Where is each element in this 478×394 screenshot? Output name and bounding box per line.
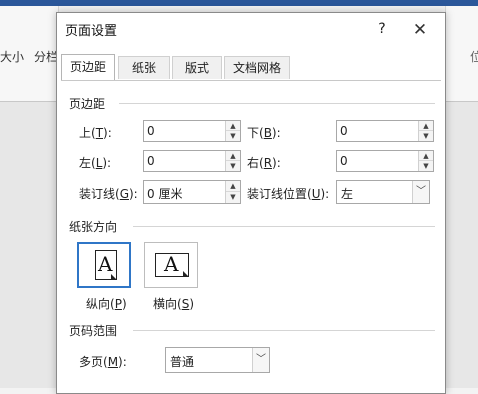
ribbon-right-group: 位 xyxy=(445,6,478,101)
landscape-option[interactable]: A xyxy=(144,242,198,288)
top-margin-input[interactable]: 0 ▲ ▼ xyxy=(143,120,241,142)
landscape-label: 横向(S) xyxy=(153,297,194,311)
right-margin-label: 右(R): xyxy=(247,156,281,170)
tab-doc-grid[interactable]: 文档网格 xyxy=(224,56,290,79)
portrait-label: 纵向(P) xyxy=(86,297,127,311)
chevron-down-icon[interactable]: ﹀ xyxy=(252,348,269,372)
multiple-pages-label: 多页(M): xyxy=(79,355,127,369)
gutter-label: 装订线(G): xyxy=(79,187,138,201)
top-margin-up-arrow-icon[interactable]: ▲ xyxy=(226,121,240,131)
pages-separator xyxy=(133,330,435,331)
help-icon[interactable]: ? xyxy=(372,19,392,39)
bottom-margin-up-arrow-icon[interactable]: ▲ xyxy=(419,121,433,131)
bottom-margin-down-arrow-icon[interactable]: ▼ xyxy=(419,131,433,141)
close-icon[interactable]: ✕ xyxy=(407,19,433,41)
right-margin-down-arrow-icon[interactable]: ▼ xyxy=(419,161,433,171)
dialog-title: 页面设置 xyxy=(65,24,118,39)
tab-margins[interactable]: 页边距 xyxy=(61,54,115,80)
left-margin-label: 左(L): xyxy=(79,156,112,170)
multiple-pages-select[interactable]: 普通 ﹀ xyxy=(165,347,270,373)
top-margin-down-arrow-icon[interactable]: ▼ xyxy=(226,131,240,141)
margins-separator xyxy=(119,103,435,104)
chevron-down-icon[interactable]: ﹀ xyxy=(412,181,429,203)
gutter-position-select[interactable]: 左 ﹀ xyxy=(336,180,430,204)
left-margin-input[interactable]: 0 ▲ ▼ xyxy=(143,150,241,172)
columns-button-label[interactable]: 分栏 xyxy=(34,48,58,65)
gutter-input[interactable]: 0 厘米 ▲ ▼ xyxy=(143,180,241,204)
gutter-down-arrow-icon[interactable]: ▼ xyxy=(226,192,240,203)
tab-layout[interactable]: 版式 xyxy=(172,56,222,79)
tab-divider xyxy=(61,80,441,81)
left-margin-down-arrow-icon[interactable]: ▼ xyxy=(226,161,240,171)
portrait-option[interactable]: A xyxy=(77,242,131,288)
left-margin-up-arrow-icon[interactable]: ▲ xyxy=(226,151,240,161)
margins-section-title: 页边距 xyxy=(69,97,106,111)
bottom-margin-label: 下(B): xyxy=(247,126,281,140)
landscape-page-icon: A xyxy=(155,252,189,277)
size-button-label[interactable]: 大小 xyxy=(0,48,24,65)
bottom-margin-input[interactable]: 0 ▲ ▼ xyxy=(336,120,434,142)
pages-section-title: 页码范围 xyxy=(69,324,118,338)
gutter-up-arrow-icon[interactable]: ▲ xyxy=(226,181,240,192)
orientation-separator xyxy=(133,226,435,227)
ribbon-left-group: 大小 分栏 xyxy=(0,6,59,101)
right-margin-up-arrow-icon[interactable]: ▲ xyxy=(419,151,433,161)
right-margin-input[interactable]: 0 ▲ ▼ xyxy=(336,150,434,172)
gutter-position-label: 装订线位置(U): xyxy=(247,187,330,201)
ribbon-tab-bar xyxy=(0,0,478,6)
position-button-label[interactable]: 位 xyxy=(470,48,478,65)
tab-paper[interactable]: 纸张 xyxy=(118,56,170,79)
orientation-section-title: 纸张方向 xyxy=(69,220,118,234)
portrait-page-icon: A xyxy=(95,250,117,280)
top-margin-label: 上(T): xyxy=(79,126,112,140)
page-setup-dialog: 页面设置 ? ✕ 页边距 纸张 版式 文档网格 页边距 上(T): 0 ▲ ▼ 下… xyxy=(56,12,446,394)
